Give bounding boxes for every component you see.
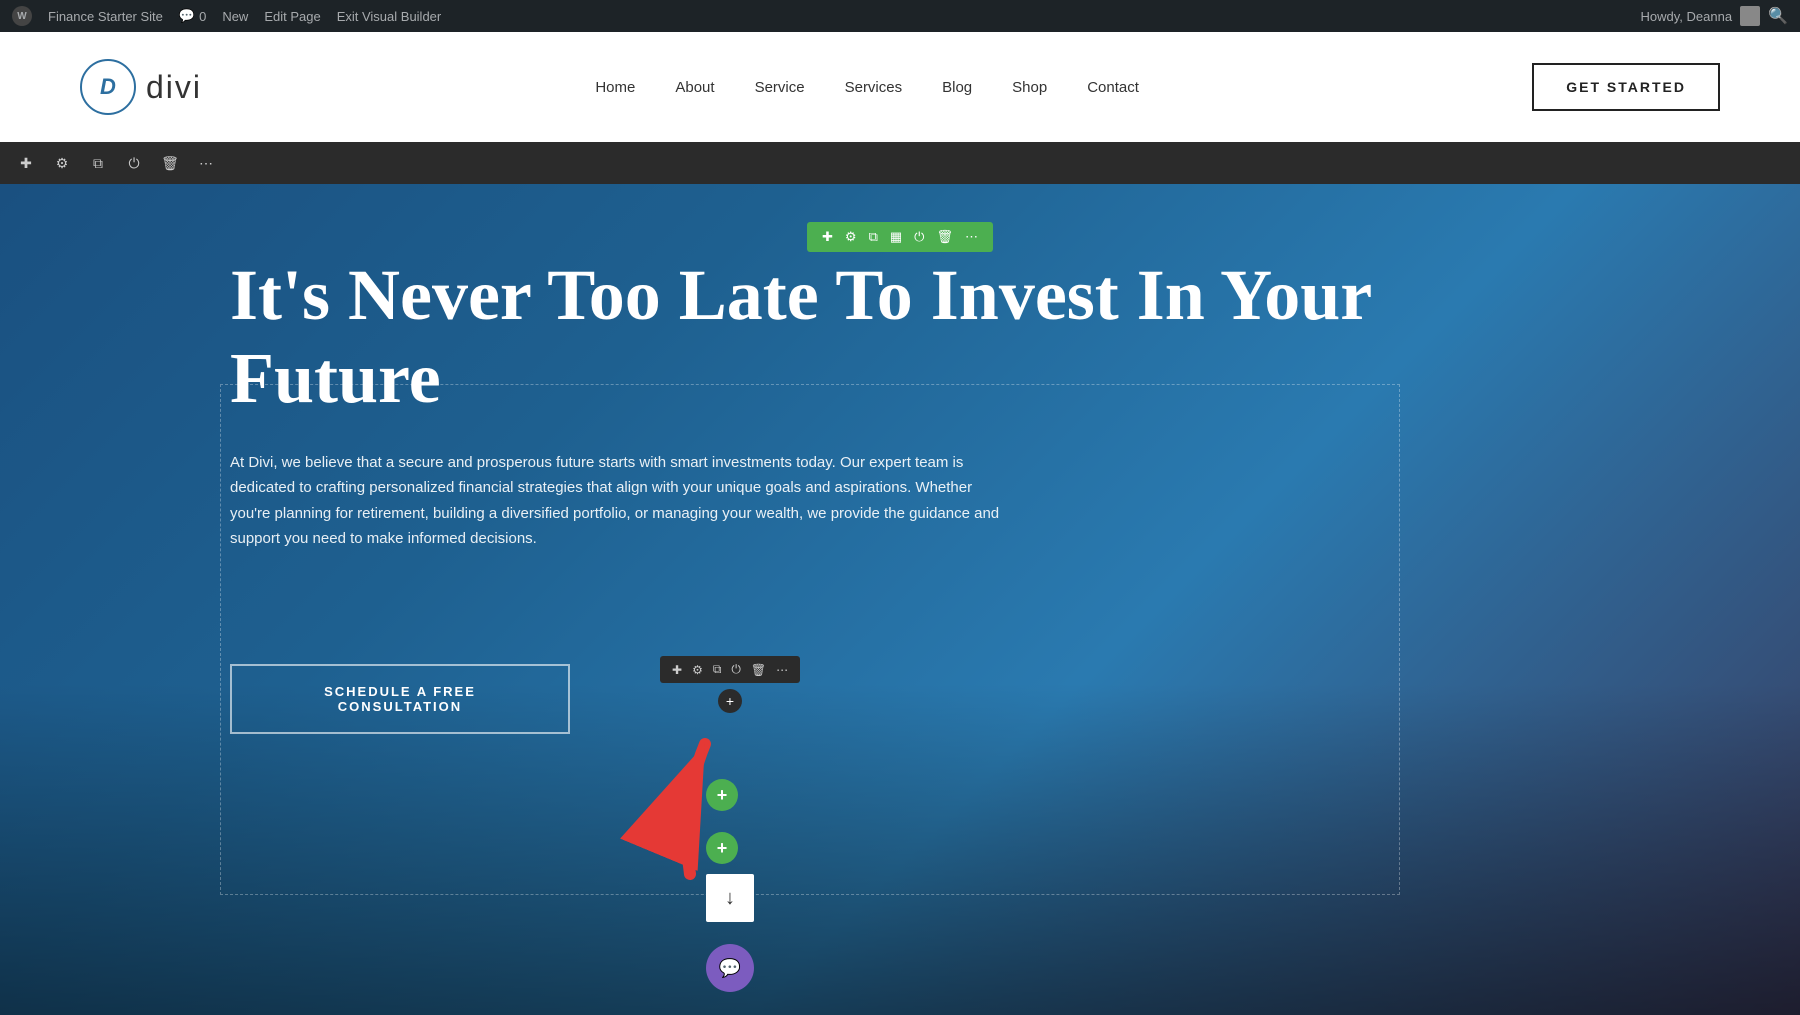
row-columns-icon[interactable]: ▦ (885, 226, 907, 248)
wp-logo: W (12, 6, 32, 26)
nav-service[interactable]: Service (737, 71, 823, 104)
vb-more-icon[interactable]: ⋯ (196, 153, 216, 173)
logo-area: D divi (80, 59, 202, 115)
cta-area: SCHEDULE A FREE CONSULTATION (230, 664, 1390, 734)
scroll-down-button[interactable]: ↓ (706, 874, 754, 922)
main-nav: Home About Service Services Blog Shop Co… (577, 71, 1157, 104)
admin-comments[interactable]: 💬 0 (179, 8, 206, 24)
row-add-icon[interactable]: ✚ (817, 226, 838, 248)
nav-services[interactable]: Services (827, 71, 921, 104)
admin-edit-page[interactable]: Edit Page (264, 9, 320, 24)
admin-new[interactable]: New (222, 9, 248, 24)
admin-exit-builder[interactable]: Exit Visual Builder (337, 9, 442, 24)
vb-add-icon[interactable]: ✚ (16, 153, 36, 173)
module-more-icon[interactable]: ⋯ (772, 661, 792, 679)
howdy-text: Howdy, Deanna (1641, 9, 1733, 24)
vb-trash-icon[interactable]: 🗑 (160, 153, 180, 173)
site-header: D divi Home About Service Services Blog … (0, 32, 1800, 142)
nav-blog[interactable]: Blog (924, 71, 990, 104)
module-toolbar: ✚ ⚙ ⧉ ⏻ 🗑 ⋯ (660, 656, 800, 683)
module-trash-icon[interactable]: 🗑 (747, 661, 770, 679)
nav-shop[interactable]: Shop (994, 71, 1065, 104)
hero-description: At Divi, we believe that a secure and pr… (230, 450, 1000, 552)
vb-copy-icon[interactable]: ⧉ (88, 153, 108, 173)
module-settings-icon[interactable]: ⚙ (688, 661, 707, 679)
logo-circle: D (80, 59, 136, 115)
module-power-icon[interactable]: ⏻ (727, 660, 745, 679)
row-power-icon[interactable]: ⏻ (909, 226, 929, 248)
support-bubble[interactable]: 💬 (706, 944, 754, 992)
row-copy-icon[interactable]: ⧉ (864, 226, 883, 248)
nav-home[interactable]: Home (577, 71, 653, 104)
vb-settings-icon[interactable]: ⚙ (52, 153, 72, 173)
comment-icon: 💬 (179, 8, 195, 24)
nav-contact[interactable]: Contact (1069, 71, 1157, 104)
hero-content: It's Never Too Late To Invest In Your Fu… (230, 254, 1390, 588)
module-add-icon[interactable]: ✚ (668, 661, 686, 679)
logo-text: divi (146, 69, 202, 106)
hero-section: ✚ ⚙ ⧉ ▦ ⏻ 🗑 ⋯ It's Never Too Late To Inv… (0, 184, 1800, 1015)
module-add-plus[interactable]: + (718, 689, 742, 713)
section-add-green-plus[interactable]: + (706, 779, 738, 811)
vb-power-icon[interactable]: ⏻ (124, 153, 144, 173)
chat-icon: 💬 (719, 958, 741, 979)
admin-search-icon[interactable]: 🔍 (1768, 6, 1788, 26)
nav-about[interactable]: About (657, 71, 732, 104)
row-more-icon[interactable]: ⋯ (960, 226, 983, 248)
admin-bar: W Finance Starter Site 💬 0 New Edit Page… (0, 0, 1800, 32)
hero-title: It's Never Too Late To Invest In Your Fu… (230, 254, 1390, 420)
module-copy-icon[interactable]: ⧉ (709, 660, 726, 679)
admin-site-name[interactable]: Finance Starter Site (48, 9, 163, 24)
row-add-green-plus[interactable]: + (706, 832, 738, 864)
get-started-button[interactable]: GET STARTED (1532, 63, 1720, 111)
row-toolbar: ✚ ⚙ ⧉ ▦ ⏻ 🗑 ⋯ (807, 222, 993, 252)
row-trash-icon[interactable]: 🗑 (931, 226, 958, 248)
vb-toolbar: ✚ ⚙ ⧉ ⏻ 🗑 ⋯ (0, 142, 1800, 184)
row-settings-icon[interactable]: ⚙ (840, 226, 862, 248)
schedule-consultation-button[interactable]: SCHEDULE A FREE CONSULTATION (230, 664, 570, 734)
admin-avatar (1740, 6, 1760, 26)
